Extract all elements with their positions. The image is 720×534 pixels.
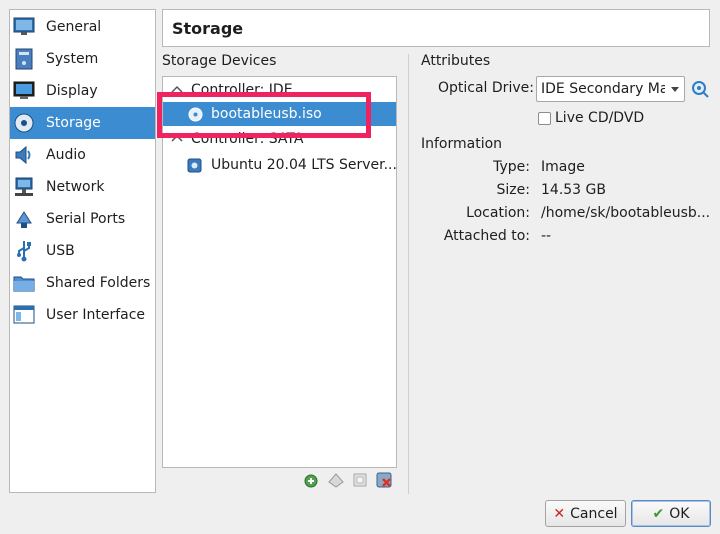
ok-label: OK (669, 505, 690, 522)
panel-divider (408, 54, 409, 494)
cancel-icon: ✕ (553, 505, 566, 522)
information-label: Information (421, 136, 503, 152)
sidebar-item-label: Network (46, 179, 105, 195)
sidebar-item-audio[interactable]: Audio (10, 139, 155, 171)
chevron-down-icon (671, 87, 679, 92)
info-key-attached-to: Attached to: (443, 228, 530, 244)
storage-tree[interactable]: Controller: IDE bootableusb.iso Controll… (162, 76, 397, 468)
storage-icon (13, 112, 35, 134)
monitor-icon (13, 16, 35, 38)
tree-item-label: Controller: IDE (191, 82, 293, 98)
tree-item-label: bootableusb.iso (211, 106, 322, 122)
sidebar-item-network[interactable]: Network (10, 171, 155, 203)
info-value-size: 14.53 GB (541, 182, 606, 198)
remove-attachment-icon (375, 471, 393, 493)
sidebar-item-storage[interactable]: Storage (10, 107, 155, 139)
settings-sidebar: General System Display Storage Audio Net… (9, 9, 156, 493)
tree-item-label: Controller: SATA (191, 131, 304, 147)
sidebar-item-serial-ports[interactable]: Serial Ports (10, 203, 155, 235)
tree-item-label: Ubuntu 20.04 LTS Server.... (211, 157, 397, 173)
live-cd-label: Live CD/DVD (555, 110, 645, 126)
sidebar-item-general[interactable]: General (10, 11, 155, 43)
serial-port-icon (13, 208, 35, 230)
add-attachment-icon (303, 471, 321, 493)
optical-drive-label: Optical Drive: (438, 80, 534, 96)
storage-devices-label: Storage Devices (162, 53, 277, 69)
add-attachment-button[interactable] (302, 472, 322, 492)
sidebar-item-label: Serial Ports (46, 211, 126, 227)
page-title: Storage (172, 18, 244, 38)
copy-icon (351, 471, 369, 493)
info-key-type: Type: (493, 159, 530, 175)
network-icon (13, 176, 35, 198)
tree-item-controller-sata[interactable]: Controller: SATA (163, 127, 396, 151)
copy-attachment-button[interactable] (350, 472, 370, 492)
sidebar-item-label: Shared Folders (46, 275, 151, 291)
info-value-attached-to: -- (541, 228, 552, 244)
sidebar-item-label: Audio (46, 147, 86, 163)
cancel-button[interactable]: ✕ Cancel (545, 500, 626, 527)
optical-disc-icon (188, 107, 203, 122)
info-key-size: Size: (496, 182, 530, 198)
window-icon (13, 304, 35, 326)
speaker-icon (13, 144, 35, 166)
live-cd-checkbox[interactable] (538, 112, 551, 125)
cancel-label: Cancel (570, 505, 618, 522)
sidebar-item-label: USB (46, 243, 75, 259)
info-value-location: /home/sk/bootableusb... (541, 205, 711, 221)
sidebar-item-user-interface[interactable]: User Interface (10, 299, 155, 331)
info-key-location: Location: (466, 205, 530, 221)
sidebar-item-shared-folders[interactable]: Shared Folders (10, 267, 155, 299)
sidebar-item-label: System (46, 51, 99, 67)
ok-button[interactable]: ✔ OK (631, 500, 711, 527)
tree-item-ubuntu-disk[interactable]: Ubuntu 20.04 LTS Server.... (163, 153, 396, 177)
attributes-label: Attributes (421, 53, 491, 69)
display-icon (13, 80, 35, 102)
sidebar-item-system[interactable]: System (10, 43, 155, 75)
add-controller-icon (327, 471, 345, 493)
sidebar-item-label: Display (46, 83, 98, 99)
sidebar-item-usb[interactable]: USB (10, 235, 155, 267)
system-icon (13, 48, 35, 70)
checkmark-icon: ✔ (652, 505, 665, 522)
choose-disk-button[interactable] (691, 80, 709, 98)
info-value-type: Image (541, 159, 585, 175)
collapse-arrow-icon[interactable] (170, 83, 184, 97)
optical-drive-select[interactable]: IDE Secondary Master (536, 76, 685, 102)
sidebar-item-label: Storage (46, 115, 101, 131)
disc-search-icon (692, 81, 709, 98)
optical-drive-value: IDE Secondary Master (541, 81, 665, 97)
add-controller-button[interactable] (326, 472, 346, 492)
folder-icon (13, 272, 35, 294)
collapse-arrow-icon[interactable] (170, 132, 184, 146)
hard-disk-icon (187, 158, 202, 173)
sidebar-item-label: User Interface (46, 307, 146, 323)
remove-attachment-button[interactable] (374, 472, 394, 492)
usb-icon (13, 240, 35, 262)
sidebar-item-display[interactable]: Display (10, 75, 155, 107)
tree-item-controller-ide[interactable]: Controller: IDE (163, 78, 396, 102)
page-header: Storage (162, 9, 710, 47)
tree-item-bootableusb-iso[interactable]: bootableusb.iso (163, 102, 396, 126)
sidebar-item-label: General (46, 19, 102, 35)
